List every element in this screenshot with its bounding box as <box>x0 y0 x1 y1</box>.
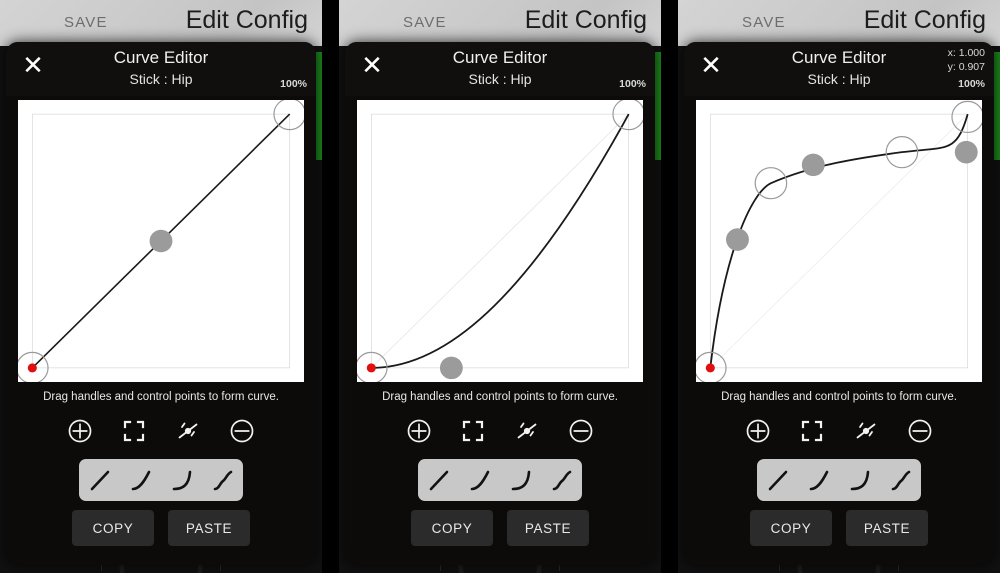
panel-3: SAVE Edit Config Mechanics Sets if a cer… <box>678 0 1000 573</box>
preset-ease-out-icon[interactable] <box>843 463 877 497</box>
fit-view-icon[interactable] <box>458 416 488 446</box>
modal-hint: Drag handles and control points to form … <box>43 391 279 403</box>
zoom-level: 100% <box>958 78 985 90</box>
cursor-readout-y: y: 0.907 <box>947 61 985 74</box>
fit-view-icon[interactable] <box>119 416 149 446</box>
preset-row <box>79 459 243 501</box>
control-point[interactable] <box>801 153 825 177</box>
curve-svg-2 <box>357 100 643 382</box>
modal-title: Curve Editor <box>113 48 209 67</box>
preset-linear-icon[interactable] <box>83 463 117 497</box>
page-title: Edit Config <box>524 6 647 34</box>
copy-button[interactable]: COPY <box>411 510 493 546</box>
screenshot-stage: SAVE Edit Config Mechanics Sets if a cer… <box>0 0 1000 573</box>
save-button[interactable]: SAVE <box>742 14 786 31</box>
anchor-selected-dot <box>705 363 715 373</box>
reference-diagonal <box>371 114 628 368</box>
app-top-bar: SAVE Edit Config <box>678 0 1000 46</box>
control-point[interactable] <box>149 229 173 253</box>
cursor-readout: x: 1.000 y: 0.907 <box>948 46 985 74</box>
add-point-icon[interactable] <box>65 416 95 446</box>
modal-header: ✕ Curve Editor Stick : Hip 100% <box>6 42 316 96</box>
control-point[interactable] <box>439 356 463 380</box>
paste-button[interactable]: PASTE <box>846 510 928 546</box>
modal-title: Curve Editor <box>452 48 548 67</box>
app-top-bar: SAVE Edit Config <box>339 0 661 46</box>
tool-row <box>684 416 994 446</box>
modal-subtitle: Stick : Hip <box>129 71 193 87</box>
preset-row <box>418 459 582 501</box>
curve-editor-modal-3: ✕ Curve Editor Stick : Hip x: 1.000 y: 0… <box>684 42 994 565</box>
tool-row <box>345 416 655 446</box>
remove-point-icon[interactable] <box>566 416 596 446</box>
paste-button[interactable]: PASTE <box>168 510 250 546</box>
panel-separator-2 <box>661 0 678 573</box>
reference-diagonal <box>710 114 967 368</box>
anchor-selected-dot <box>27 363 37 373</box>
modal-hint: Drag handles and control points to form … <box>721 391 957 403</box>
curve-svg-3 <box>696 100 982 382</box>
preset-ease-in-icon[interactable] <box>802 463 836 497</box>
copy-button[interactable]: COPY <box>72 510 154 546</box>
modal-subtitle: Stick : Hip <box>468 71 532 87</box>
curve-editor-modal-1: ✕ Curve Editor Stick : Hip 100% Drag han… <box>6 42 316 565</box>
curve-canvas-1[interactable] <box>18 100 304 382</box>
control-point[interactable] <box>954 140 978 164</box>
remove-point-icon[interactable] <box>227 416 257 446</box>
modal-header: ✕ Curve Editor Stick : Hip 100% <box>345 42 655 96</box>
preset-linear-icon[interactable] <box>761 463 795 497</box>
add-point-icon[interactable] <box>404 416 434 446</box>
preset-ease-out-icon[interactable] <box>504 463 538 497</box>
curve-editor-modal-2: ✕ Curve Editor Stick : Hip 100% Drag han… <box>345 42 655 565</box>
copy-paste-row: COPY PASTE <box>684 510 994 546</box>
curve-canvas-2[interactable] <box>357 100 643 382</box>
zoom-level: 100% <box>619 78 646 90</box>
snap-toggle-icon[interactable] <box>173 416 203 446</box>
panel-separator-1 <box>322 0 339 573</box>
preset-linear-icon[interactable] <box>422 463 456 497</box>
cursor-readout-x: x: 1.000 <box>947 47 985 59</box>
modal-hint: Drag handles and control points to form … <box>382 391 618 403</box>
curve-canvas-3[interactable] <box>696 100 982 382</box>
paste-button[interactable]: PASTE <box>507 510 589 546</box>
page-title: Edit Config <box>863 6 986 34</box>
copy-paste-row: COPY PASTE <box>6 510 316 546</box>
remove-point-icon[interactable] <box>905 416 935 446</box>
app-top-bar: SAVE Edit Config <box>0 0 322 46</box>
preset-ease-in-out-icon[interactable] <box>884 463 918 497</box>
curve-svg-1 <box>18 100 304 382</box>
page-title: Edit Config <box>185 6 308 34</box>
fit-view-icon[interactable] <box>797 416 827 446</box>
panel-1: SAVE Edit Config Mechanics Sets if a cer… <box>0 0 322 573</box>
control-point[interactable] <box>726 228 749 251</box>
preset-ease-in-icon[interactable] <box>124 463 158 497</box>
tool-row <box>6 416 316 446</box>
preset-ease-in-out-icon[interactable] <box>545 463 579 497</box>
anchor-selected-dot <box>366 363 376 373</box>
copy-button[interactable]: COPY <box>750 510 832 546</box>
snap-toggle-icon[interactable] <box>512 416 542 446</box>
panel-2: SAVE Edit Config Mechanics Sets if a cer… <box>339 0 661 573</box>
save-button[interactable]: SAVE <box>64 14 108 31</box>
save-button[interactable]: SAVE <box>403 14 447 31</box>
snap-toggle-icon[interactable] <box>851 416 881 446</box>
preset-row <box>757 459 921 501</box>
preset-ease-in-out-icon[interactable] <box>206 463 240 497</box>
preset-ease-out-icon[interactable] <box>165 463 199 497</box>
copy-paste-row: COPY PASTE <box>345 510 655 546</box>
preset-ease-in-icon[interactable] <box>463 463 497 497</box>
add-point-icon[interactable] <box>743 416 773 446</box>
modal-header: ✕ Curve Editor Stick : Hip x: 1.000 y: 0… <box>684 42 994 96</box>
zoom-level: 100% <box>280 78 307 90</box>
